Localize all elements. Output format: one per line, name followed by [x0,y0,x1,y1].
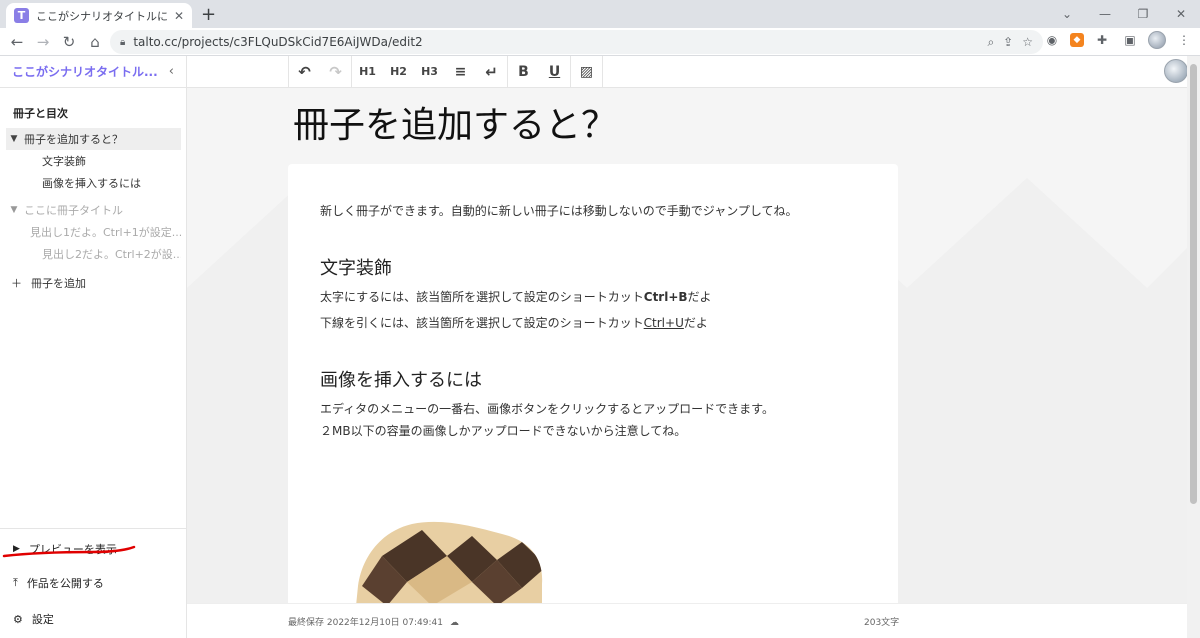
scrollbar-thumb[interactable] [1190,64,1197,504]
toc-item[interactable]: ▼ 冊子を追加すると？ [6,128,181,150]
user-avatar[interactable] [1164,59,1188,83]
heading1-button[interactable]: H1 [352,56,383,87]
section-heading[interactable]: 画像を挿入するには [320,366,482,392]
heading2-button[interactable]: H2 [383,56,414,87]
close-window-icon[interactable]: ✕ [1162,0,1200,28]
chevron-down-icon[interactable]: ▼ [6,134,22,144]
save-status: 最終保存 2022年12月10日 07:49:41 ☁ [288,618,459,628]
side-panel-icon[interactable]: ▣ [1120,30,1140,50]
profile-avatar[interactable] [1148,31,1166,49]
address-bar[interactable]: 🔒︎ talto.cc/projects/c3FLQuDSkCid7E6AiJW… [110,30,1043,54]
scenario-title[interactable]: ここがシナリオタイトル... [12,63,160,80]
sidebar-header: ここがシナリオタイトル... ‹ [0,56,186,88]
bookmark-star-icon[interactable]: ☆ [1022,35,1033,50]
zoom-icon[interactable]: ⌕ [987,35,994,50]
page-scrollbar[interactable] [1187,56,1200,638]
paragraph[interactable]: 下線を引くには、該当箇所を選択して設定のショートカットCtrl+Uだよ [320,314,708,331]
document-title[interactable]: 冊子を追加すると？ [293,96,617,148]
new-tab-button[interactable]: + [201,4,216,25]
reload-icon[interactable]: ↻ [56,29,82,55]
undo-icon[interactable]: ↶ [289,56,320,87]
toc-item[interactable]: ▼ ここに冊子タイトル [6,199,181,221]
toc-list: ▼ 冊子を追加すると？ 文字装飾 画像を挿入するには ▼ ここに冊子タイトル 見… [6,128,181,265]
share-icon[interactable]: ⇪ [1003,35,1013,50]
browser-menu-icon[interactable]: ⋮ [1174,30,1194,50]
browser-tab-strip: T ここがシナリオタイトルになります。- TA ✕ + ⌄ — ❐ ✕ [0,0,1200,28]
collapse-sidebar-icon[interactable]: ‹ [169,64,174,79]
plus-icon: ＋ [11,277,22,290]
section-heading[interactable]: 文字装飾 [320,254,392,280]
tab-close-icon[interactable]: ✕ [174,9,184,23]
site-favicon-icon: T [14,8,29,23]
toc-item[interactable]: 見出し2だよ。Ctrl+2が設... [6,243,181,265]
paragraph[interactable]: 太字にするには、該当箇所を選択して設定のショートカットCtrl+Bだよ [320,288,712,305]
sidebar-footer: ▶ プレビューを表示 ⤒ 作品を公開する ⚙ 設定 [0,528,186,638]
back-icon[interactable]: ← [4,29,30,55]
redo-icon[interactable]: ↷ [320,56,351,87]
editor-area: 冊子を追加すると？ 新しく冊子ができます。自動的に新しい冊子には移動しないので手… [187,88,1187,603]
minimize-icon[interactable]: — [1086,0,1124,28]
editor-footer: 最終保存 2022年12月10日 07:49:41 ☁ 203文字 [187,603,1187,638]
intro-paragraph[interactable]: 新しく冊子ができます。自動的に新しい冊子には移動しないので手動でジャンプしてね。 [320,202,797,219]
toc-item[interactable]: 画像を挿入するには [6,172,181,194]
publish-button[interactable]: ⤒ 作品を公開する [13,575,104,591]
toc-item[interactable]: 文字装飾 [6,150,181,172]
sidebar: ここがシナリオタイトル... ‹ 冊子と目次 ▼ 冊子を追加すると？ 文字装飾 … [0,56,187,638]
camera-extension-icon[interactable]: ◉ [1042,30,1062,50]
chevron-down-icon[interactable]: ▼ [6,205,22,215]
gear-icon: ⚙ [13,612,23,626]
shield-extension-icon[interactable]: ◆ [1070,33,1084,47]
toc-item[interactable]: 見出し1だよ。Ctrl+1が設定... [6,221,181,243]
cloud-saved-icon: ☁ [449,618,459,628]
clear-format-icon[interactable]: ≡ [445,56,476,87]
paragraph[interactable]: ２MB以下の容量の画像しかアップロードできないから注意してね。 [320,422,686,439]
add-booklet-button[interactable]: ＋ 冊子を追加 [11,275,86,291]
browser-tab[interactable]: T ここがシナリオタイトルになります。- TA ✕ [6,3,192,28]
checkerboard-cookie-image[interactable] [352,516,552,603]
insert-image-icon[interactable]: ▨ [571,56,602,87]
tab-title: ここがシナリオタイトルになります。- TA [36,9,168,23]
upload-icon: ⤒ [13,576,18,589]
red-underline-annotation [2,545,136,558]
forward-icon[interactable]: → [30,29,56,55]
url-text[interactable]: talto.cc/projects/c3FLQuDSkCid7E6AiJWDa/… [133,35,987,49]
editor-toolbar: ↶ ↷ H1 H2 H3 ≡ ↵ B U ▨ [187,56,1200,88]
window-controls: ⌄ — ❐ ✕ [1048,0,1200,28]
toc-heading: 冊子と目次 [13,107,68,120]
heading3-button[interactable]: H3 [414,56,445,87]
paragraph[interactable]: エディタのメニューの一番右、画像ボタンをクリックするとアップロードできます。 [320,400,774,417]
bold-button[interactable]: B [508,56,539,87]
browser-toolbar: ← → ↻ ⌂ 🔒︎ talto.cc/projects/c3FLQuDSkCi… [0,28,1200,56]
tab-search-icon[interactable]: ⌄ [1048,0,1086,28]
lock-icon[interactable]: 🔒︎ [120,37,125,48]
underline-button[interactable]: U [539,56,570,87]
line-break-icon[interactable]: ↵ [476,56,507,87]
character-count: 203文字 [864,618,900,628]
home-icon[interactable]: ⌂ [82,29,108,55]
document-page[interactable]: 新しく冊子ができます。自動的に新しい冊子には移動しないので手動でジャンプしてね。… [288,164,898,603]
restore-icon[interactable]: ❐ [1124,0,1162,28]
settings-button[interactable]: ⚙ 設定 [13,611,54,627]
extensions-puzzle-icon[interactable]: ✚ [1092,30,1112,50]
